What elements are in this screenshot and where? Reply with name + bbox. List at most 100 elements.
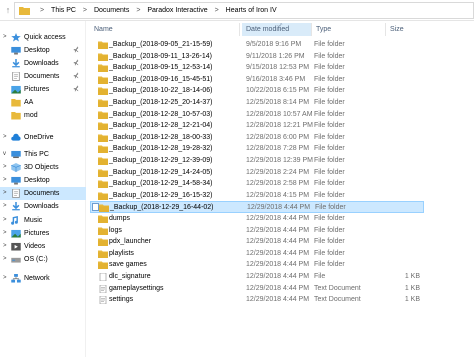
sidebar-item-3d-objects[interactable]: >3D Objects <box>0 161 86 174</box>
file-type: File folder <box>314 215 345 222</box>
sidebar-item-os-c[interactable]: > OS (C:) <box>0 253 86 266</box>
file-name: dlc_signature <box>109 273 151 280</box>
breadcrumb-this-pc[interactable]: This PC <box>51 3 76 18</box>
folder-icon <box>98 122 108 130</box>
sidebar-item-documents[interactable]: > Documents <box>0 187 86 200</box>
selection-checkbox[interactable] <box>92 203 99 211</box>
file-row[interactable]: _Backup_(2018-09-05_21-15-59) 9/5/2018 9:… <box>90 39 424 51</box>
chevron-right-icon[interactable]: > <box>3 253 7 266</box>
chevron-right-icon[interactable]: > <box>3 187 7 200</box>
file-name: _Backup_(2018-10-22_18-14-06) <box>109 87 213 94</box>
file-date-modified: 12/28/2018 12:21 PM <box>246 122 313 129</box>
sidebar-item-quick-access[interactable]: > Quick access <box>0 31 86 44</box>
chevron-right-icon[interactable]: > <box>3 272 7 285</box>
up-arrow-icon[interactable]: ↑ <box>2 3 14 18</box>
column-header-size-label: Size <box>390 26 404 33</box>
column-header-type[interactable]: Type <box>312 23 386 36</box>
breadcrumb-sep: > <box>136 7 141 14</box>
sidebar-item-label: OS (C:) <box>24 256 48 263</box>
file-row[interactable]: _Backup_(2018-12-29_16-44-02) 12/29/2018 … <box>90 201 424 213</box>
file-type: File folder <box>314 122 345 129</box>
file-name: _Backup_(2018-12-25_20-14-37) <box>109 99 213 106</box>
sidebar-item-label: OneDrive <box>24 134 54 141</box>
sidebar-item-desktop[interactable]: Desktop ⊀ <box>0 44 86 57</box>
sidebar-item-mod[interactable]: mod <box>0 109 86 122</box>
chevron-right-icon[interactable]: > <box>3 200 7 213</box>
folder-icon <box>98 180 108 188</box>
videos-icon <box>11 242 21 251</box>
column-headers: Name ^ Date modified Type Size <box>90 21 474 37</box>
address-bar[interactable]: > This PC > Documents > Paradox Interact… <box>14 2 474 19</box>
file-date-modified: 9/5/2018 9:16 PM <box>246 41 302 48</box>
file-row[interactable]: pdx_launcher 12/29/2018 4:44 PM File folde… <box>90 236 424 248</box>
sidebar-item-documents[interactable]: Documents ⊀ <box>0 70 86 83</box>
folder-icon <box>98 134 108 142</box>
chevron-right-icon[interactable]: > <box>3 131 7 144</box>
folder-icon <box>98 76 108 84</box>
chevron-right-icon[interactable]: > <box>3 240 7 253</box>
column-header-name[interactable]: Name <box>90 23 240 36</box>
sidebar-item-downloads[interactable]: > Downloads <box>0 200 86 213</box>
file-date-modified: 10/22/2018 6:15 PM <box>246 87 310 94</box>
sidebar-item-aa[interactable]: AA <box>0 96 86 109</box>
folder-icon <box>98 215 108 223</box>
pictures-icon <box>11 85 21 94</box>
file-row[interactable]: _Backup_(2018-12-28_12-21-04) 12/28/2018 … <box>90 120 424 132</box>
file-row[interactable]: _Backup_(2018-12-29_14-58-34) 12/29/2018 … <box>90 178 424 190</box>
chevron-down-icon[interactable]: v <box>3 148 6 161</box>
sidebar-item-downloads[interactable]: Downloads ⊀ <box>0 57 86 70</box>
breadcrumb-hearts-of-iron-iv[interactable]: Hearts of Iron IV <box>226 3 277 18</box>
chevron-right-icon[interactable]: > <box>3 161 7 174</box>
chevron-right-icon[interactable]: > <box>3 31 7 44</box>
file-name: _Backup_(2018-12-28_12-21-04) <box>109 122 213 129</box>
file-row[interactable]: save games 12/29/2018 4:44 PM File folder <box>90 259 424 271</box>
sidebar-item-label: Documents <box>24 190 60 197</box>
sidebar-item-label: Pictures <box>24 86 50 93</box>
chevron-right-icon[interactable]: > <box>3 214 7 227</box>
file-type: File folder <box>314 99 345 106</box>
sidebar-item-label: Downloads <box>24 60 59 67</box>
file-date-modified: 12/29/2018 4:44 PM <box>246 261 310 268</box>
file-row[interactable]: _Backup_(2018-12-29_12-39-09) 12/29/2018 … <box>90 155 424 167</box>
pin-icon: ⊀ <box>73 60 79 67</box>
breadcrumb-sep: > <box>214 7 219 14</box>
column-header-date-modified[interactable]: ^ Date modified <box>242 23 312 36</box>
breadcrumb-paradox-interactive[interactable]: Paradox Interactive <box>147 3 207 18</box>
file-name: _Backup_(2018-09-05_21-15-59) <box>109 41 213 48</box>
pin-icon: ⊀ <box>73 73 79 80</box>
sidebar-item-music[interactable]: > Music <box>0 214 86 227</box>
sidebar-item-desktop[interactable]: > Desktop <box>0 174 86 187</box>
navigation-pane: > Quick access Desktop ⊀ Downloads ⊀ Documents… <box>0 21 86 357</box>
sidebar-item-network[interactable]: > Network <box>0 272 86 285</box>
sidebar-item-pictures[interactable]: Pictures ⊀ <box>0 83 86 96</box>
chevron-right-icon[interactable]: > <box>3 227 7 240</box>
documents-icon <box>11 72 21 81</box>
sort-arrow-icon: ^ <box>280 23 283 29</box>
file-name: _Backup_(2018-12-29_14-58-34) <box>109 180 213 187</box>
sidebar-item-label: Downloads <box>24 203 59 210</box>
desktop-icon <box>11 46 21 55</box>
file-type: File folder <box>314 64 345 71</box>
file-row[interactable]: _Backup_(2018-09-15_12-53-14) 9/15/2018 1… <box>90 62 424 74</box>
sidebar-item-this-pc[interactable]: v This PC <box>0 148 86 161</box>
file-row[interactable]: settings 12/29/2018 4:44 PM Text Document 1… <box>90 294 424 306</box>
sidebar-item-label: This PC <box>24 151 49 158</box>
sidebar-item-label: Quick access <box>24 34 66 41</box>
file-name: _Backup_(2018-12-29_12-39-09) <box>109 157 213 164</box>
column-header-size[interactable]: Size <box>386 23 426 36</box>
sidebar-item-videos[interactable]: > Videos <box>0 240 86 253</box>
file-row[interactable]: dumps 12/29/2018 4:44 PM File folder <box>90 213 424 225</box>
file-type: File folder <box>314 87 345 94</box>
file-row[interactable]: _Backup_(2018-12-28_19-28-32) 12/28/2018 … <box>90 143 424 155</box>
file-date-modified: 12/29/2018 4:44 PM <box>246 238 310 245</box>
column-header-type-label: Type <box>316 26 332 33</box>
3d-objects-icon <box>11 163 21 172</box>
file-row[interactable]: _Backup_(2018-10-22_18-14-06) 10/22/2018 … <box>90 85 424 97</box>
documents-icon <box>11 189 21 198</box>
file-row[interactable]: dlc_signature 12/29/2018 4:44 PM File 1 KB <box>90 271 424 283</box>
sidebar-item-pictures[interactable]: > Pictures <box>0 227 86 240</box>
chevron-right-icon[interactable]: > <box>3 174 7 187</box>
sidebar-item-onedrive[interactable]: > OneDrive <box>0 131 86 144</box>
breadcrumb-documents[interactable]: Documents <box>94 3 129 18</box>
file-row[interactable]: _Backup_(2018-12-25_20-14-37) 12/25/2018 … <box>90 97 424 109</box>
